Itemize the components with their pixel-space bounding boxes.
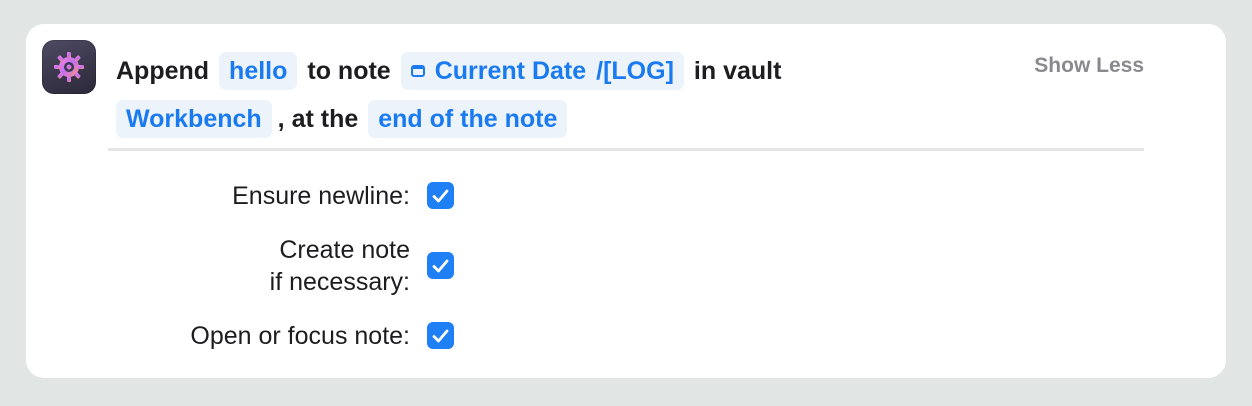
divider: [108, 148, 1144, 151]
checkmark-icon: [432, 329, 449, 342]
param-label-line1: Create note: [279, 236, 410, 264]
summary-line-2: Workbench , at the end of the note: [116, 95, 916, 143]
open-focus-checkbox[interactable]: [427, 322, 454, 349]
show-less-button[interactable]: Show Less: [1034, 54, 1144, 78]
text-token[interactable]: hello: [219, 52, 298, 90]
ensure-newline-checkbox[interactable]: [427, 182, 454, 209]
app-icon: [42, 40, 96, 94]
verb-text: Append: [116, 57, 210, 85]
create-note-checkbox[interactable]: [427, 252, 454, 279]
in-vault-text: in vault: [693, 57, 782, 85]
checkmark-icon: [432, 189, 449, 202]
param-label: Ensure newline:: [232, 182, 410, 210]
vault-token[interactable]: Workbench: [116, 100, 272, 138]
param-create-note: Create note if necessary:: [26, 234, 466, 298]
action-summary: Append hello to note Current Date /[LOG]…: [116, 47, 916, 143]
at-the-text: , at the: [277, 105, 359, 133]
checkmark-icon: [432, 259, 449, 272]
calendar-icon: [410, 65, 425, 77]
param-open-focus: Open or focus note:: [26, 320, 466, 352]
param-label-line2: if necessary:: [269, 268, 410, 296]
note-variable: Current Date: [434, 57, 587, 85]
param-label: Create note if necessary:: [26, 234, 410, 298]
position-token[interactable]: end of the note: [368, 100, 568, 138]
note-token[interactable]: Current Date /[LOG]: [400, 52, 684, 90]
action-card: Append hello to note Current Date /[LOG]…: [26, 24, 1226, 378]
summary-line-1: Append hello to note Current Date /[LOG]…: [116, 47, 916, 95]
param-ensure-newline: Ensure newline:: [26, 180, 466, 212]
gear-icon: [54, 52, 84, 82]
note-suffix: /[LOG]: [596, 57, 674, 85]
to-note-text: to note: [307, 57, 391, 85]
param-label: Open or focus note:: [190, 322, 410, 350]
